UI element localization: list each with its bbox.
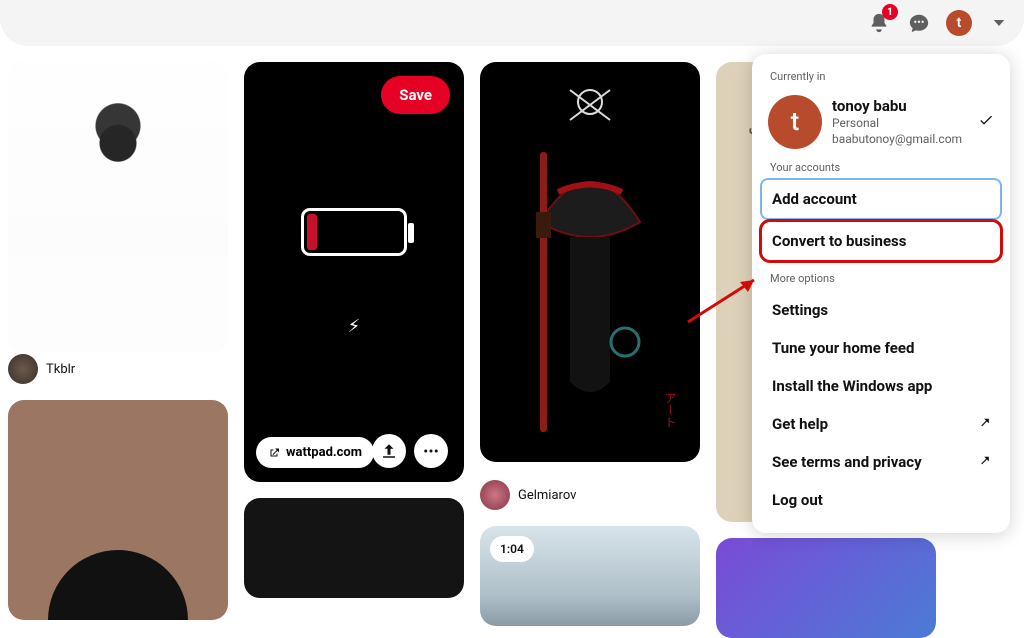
pin-image [8, 62, 228, 352]
external-link-icon [976, 417, 990, 431]
messages-button[interactable] [902, 6, 936, 40]
battery-icon [301, 208, 407, 256]
source-chip[interactable]: wattpad.com [256, 437, 374, 468]
pin[interactable]: アート [480, 62, 700, 462]
account-info: tonoy babu Personal baabutonoy@gmail.com [832, 97, 962, 147]
more-icon [422, 442, 440, 460]
menu-item-label: Add account [772, 190, 857, 208]
lightning-icon: ⚡︎ [348, 316, 361, 337]
pin-image: アート [480, 62, 700, 462]
section-label-currently-in: Currently in [762, 64, 1000, 89]
pin[interactable]: Tkblr [8, 62, 228, 384]
author-avatar [8, 354, 38, 384]
menu-item-convert-to-business[interactable]: Convert to business [762, 222, 1000, 260]
account-avatar: t [768, 95, 822, 149]
svg-text:アート: アート [663, 392, 677, 428]
menu-item-tune-feed[interactable]: Tune your home feed [762, 329, 1000, 367]
more-button[interactable] [414, 434, 448, 468]
share-button[interactable] [372, 434, 406, 468]
section-label-more-options: More options [762, 266, 1000, 291]
menu-item-label: Convert to business [772, 232, 906, 250]
account-name: tonoy babu [832, 97, 962, 115]
video-duration: 1:04 [490, 536, 534, 562]
external-link-icon [976, 455, 990, 469]
author-name: Tkblr [46, 362, 75, 377]
top-bar: 1 t [0, 0, 1024, 46]
menu-item-label: Settings [772, 301, 828, 319]
menu-item-label: Log out [772, 491, 823, 509]
check-icon [978, 112, 994, 128]
chat-icon [908, 12, 930, 34]
author-name: Gelmiarov [518, 488, 576, 503]
grid-column: アート Gelmiarov 1:04 [480, 62, 700, 638]
menu-item-add-account[interactable]: Add account [762, 180, 1000, 218]
notification-badge: 1 [882, 4, 898, 20]
external-link-icon [268, 447, 280, 459]
account-menu-button[interactable] [982, 6, 1016, 40]
account-email: baabutonoy@gmail.com [832, 131, 962, 147]
pin[interactable]: 1:04 [480, 526, 700, 626]
profile-button[interactable]: t [942, 6, 976, 40]
author-avatar [480, 480, 510, 510]
save-button[interactable]: Save [381, 76, 450, 114]
menu-item-label: See terms and privacy [772, 453, 922, 471]
menu-item-label: Install the Windows app [772, 377, 932, 395]
pin-attribution[interactable]: Gelmiarov [480, 480, 700, 510]
notifications-button[interactable]: 1 [862, 6, 896, 40]
section-label-your-accounts: Your accounts [762, 155, 1000, 180]
chevron-down-icon [990, 14, 1008, 32]
account-type: Personal [832, 115, 962, 131]
grid-column: Tkblr [8, 62, 228, 638]
pin[interactable]: Save ⚡︎ wattpad.com [244, 62, 464, 482]
pin[interactable] [8, 400, 228, 620]
pin-attribution[interactable]: Tkblr [8, 354, 228, 384]
current-account-row[interactable]: t tonoy babu Personal baabutonoy@gmail.c… [762, 89, 1000, 155]
source-label: wattpad.com [286, 445, 362, 460]
menu-item-terms[interactable]: See terms and privacy [762, 443, 1000, 481]
pin-image [8, 400, 228, 620]
menu-item-install-app[interactable]: Install the Windows app [762, 367, 1000, 405]
selected-check [978, 112, 994, 132]
avatar: t [946, 10, 972, 36]
account-menu-panel: Currently in t tonoy babu Personal baabu… [752, 54, 1010, 533]
share-icon [380, 442, 398, 460]
menu-item-label: Tune your home feed [772, 339, 914, 357]
menu-item-logout[interactable]: Log out [762, 481, 1000, 519]
pin[interactable] [716, 538, 936, 638]
grid-column: Save ⚡︎ wattpad.com [244, 62, 464, 638]
menu-item-get-help[interactable]: Get help [762, 405, 1000, 443]
menu-item-label: Get help [772, 415, 828, 433]
menu-item-settings[interactable]: Settings [762, 291, 1000, 329]
pin[interactable] [244, 498, 464, 598]
